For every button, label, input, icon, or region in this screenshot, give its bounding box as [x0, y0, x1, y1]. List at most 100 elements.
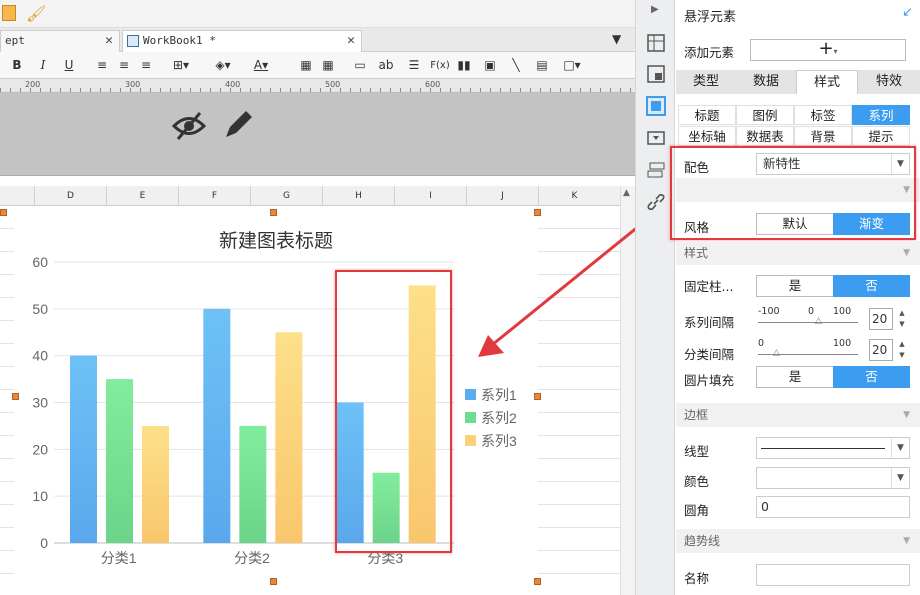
scroll-up-icon[interactable]: ▲ — [623, 188, 630, 198]
tab-data[interactable]: 数据 — [736, 70, 796, 94]
subtab-series[interactable]: 系列 — [852, 105, 910, 125]
bar-2-2[interactable] — [239, 425, 267, 543]
hide-icon[interactable] — [172, 111, 206, 141]
column-header-cell[interactable]: H — [322, 186, 394, 206]
merge-icon[interactable]: ▦ — [298, 57, 314, 74]
column-header-cell[interactable]: G — [250, 186, 322, 206]
column-header-cell[interactable]: K — [538, 186, 610, 206]
resize-handle[interactable] — [270, 209, 277, 216]
cell-element-icon[interactable] — [646, 33, 666, 53]
expand-icon[interactable]: ↙ — [902, 5, 913, 20]
image-fill-yes[interactable]: 是 — [756, 366, 834, 388]
border-color-select[interactable]: ▼ — [756, 467, 910, 489]
column-header-cell[interactable]: I — [394, 186, 466, 206]
widget-icon[interactable] — [646, 128, 666, 148]
bar-3-2[interactable] — [275, 332, 303, 543]
link-icon[interactable] — [646, 192, 666, 212]
resize-handle[interactable] — [270, 578, 277, 585]
subtab-datasheet[interactable]: 数据表 — [736, 126, 794, 146]
layers-icon[interactable] — [646, 160, 666, 180]
tab-ept[interactable]: ept ✕ — [0, 30, 120, 52]
section-border-header[interactable]: 边框 ▼ — [676, 403, 920, 427]
align-center-icon[interactable]: ≡ — [116, 57, 132, 74]
edit-icon[interactable] — [222, 109, 256, 141]
chart[interactable]: 新建图表标题 0 10 20 30 40 50 60 分类1 分类2 分类3 系列1 系列2 系列3 — [14, 212, 538, 582]
tab-style[interactable]: 样式 — [796, 70, 858, 94]
close-icon[interactable]: ✕ — [105, 31, 113, 51]
image-icon[interactable]: ▣ — [482, 57, 498, 74]
resize-handle[interactable] — [534, 578, 541, 585]
align-right-icon[interactable]: ≡ — [138, 57, 154, 74]
column-header-cell[interactable]: J — [466, 186, 538, 206]
bar-chart-icon[interactable]: ▮▮ — [456, 57, 472, 74]
float-element-icon[interactable] — [646, 96, 666, 116]
tab-effect[interactable]: 特效 — [858, 70, 920, 94]
chevron-down-icon: ▼ — [903, 248, 910, 258]
subtab-axis[interactable]: 坐标轴 — [678, 126, 736, 146]
subtab-background[interactable]: 背景 — [794, 126, 852, 146]
close-icon[interactable]: ✕ — [347, 31, 355, 51]
top-toolbar: 🖌 — [0, 0, 635, 28]
spinner-arrows-icon[interactable]: ▲ ▼ — [896, 339, 908, 361]
chart-svg: 新建图表标题 0102030405060 分类1 分类2 分类3 系列1系列2系列3 — [32, 230, 517, 566]
fixed-column-no[interactable]: 否 — [833, 275, 910, 297]
formula-button[interactable]: F(x) — [428, 57, 452, 74]
font-color-button[interactable]: A▾ — [248, 57, 274, 74]
subtab-label[interactable]: 标签 — [794, 105, 852, 125]
subtab-legend[interactable]: 图例 — [736, 105, 794, 125]
doc-icon[interactable]: ▤ — [534, 57, 550, 74]
fill-color-icon[interactable]: ◈▾ — [212, 57, 234, 74]
italic-button[interactable]: I — [36, 57, 50, 74]
column-header-cell[interactable]: D — [34, 186, 106, 206]
resize-handle[interactable] — [0, 209, 7, 216]
bar-3-1[interactable] — [142, 425, 169, 543]
panel-title: 悬浮元素 — [684, 10, 737, 25]
bar-1-2[interactable] — [203, 308, 231, 543]
collapse-arrow-icon[interactable]: ▶ — [651, 4, 659, 15]
align-left-icon[interactable]: ≡ — [94, 57, 110, 74]
border-style-icon[interactable]: □▾ — [560, 57, 584, 74]
spinner-arrows-icon[interactable]: ▲ ▼ — [896, 308, 908, 330]
attribute-icon[interactable] — [646, 64, 666, 84]
tab-type[interactable]: 类型 — [676, 70, 736, 94]
section-style-header[interactable]: 样式 ▼ — [676, 241, 920, 265]
text-ab-button[interactable]: ab — [376, 57, 396, 74]
paste-icon[interactable] — [2, 5, 16, 21]
lines-icon[interactable]: ☰ — [404, 57, 424, 74]
resize-handle[interactable] — [534, 393, 541, 400]
underline-button[interactable]: U — [62, 57, 76, 74]
image-fill-no[interactable]: 否 — [833, 366, 910, 388]
column-header-cell[interactable]: F — [178, 186, 250, 206]
category-gap-input[interactable]: 20 — [869, 339, 893, 361]
format-brush-icon[interactable]: 🖌 — [26, 4, 46, 23]
tab-label: WorkBook1 * — [143, 34, 216, 47]
tab-menu-icon[interactable]: ▼ — [612, 32, 621, 46]
tab-workbook1[interactable]: WorkBook1 * ✕ — [122, 30, 362, 52]
bar-1-1[interactable] — [70, 355, 97, 543]
subtab-title[interactable]: 标题 — [678, 105, 736, 125]
slash-icon[interactable]: ╲ — [508, 57, 524, 74]
textbox-icon[interactable]: ▭ — [352, 57, 368, 74]
slider-thumb[interactable]: △ — [815, 316, 822, 326]
series-gap-input[interactable]: 20 — [869, 308, 893, 330]
subtab-tooltip[interactable]: 提示 — [852, 126, 910, 146]
y-tick-label: 50 — [32, 301, 48, 317]
highlight-box — [670, 146, 916, 240]
category-gap-slider[interactable]: 0 100 △ — [756, 338, 864, 368]
border-icon[interactable]: ⊞▾ — [170, 57, 192, 74]
radius-input[interactable]: 0 — [756, 496, 910, 518]
bar-2-1[interactable] — [106, 379, 133, 543]
fixed-column-yes[interactable]: 是 — [756, 275, 834, 297]
bold-button[interactable]: B — [10, 57, 24, 74]
column-header-cell[interactable]: E — [106, 186, 178, 206]
section-trend-header[interactable]: 趋势线 ▼ — [676, 529, 920, 553]
chart-title[interactable]: 新建图表标题 — [219, 230, 333, 252]
table-icon[interactable]: ▦ — [320, 57, 336, 74]
trend-name-input[interactable] — [756, 564, 910, 586]
add-element-button[interactable]: +▾ — [750, 39, 906, 61]
slider-thumb[interactable]: △ — [773, 348, 780, 358]
line-type-select[interactable]: ▼ — [756, 437, 910, 459]
series-gap-slider[interactable]: -100 0 100 △ — [756, 306, 864, 336]
legend-swatch — [465, 389, 476, 400]
resize-handle[interactable] — [12, 393, 19, 400]
